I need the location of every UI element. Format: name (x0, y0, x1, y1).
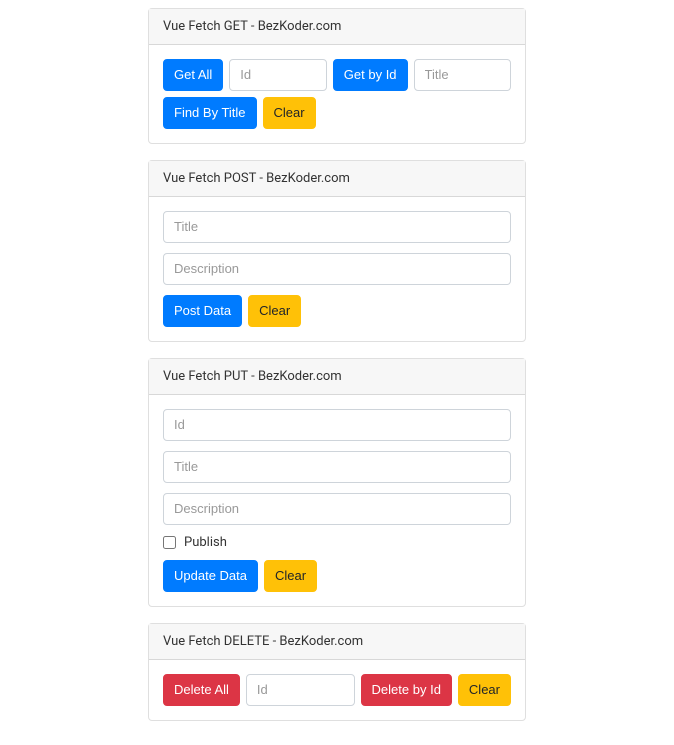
publish-label: Publish (184, 535, 227, 550)
put-id-input[interactable] (163, 409, 511, 441)
delete-id-input[interactable] (246, 674, 355, 706)
post-clear-button[interactable]: Clear (248, 295, 301, 327)
get-title-input[interactable] (414, 59, 511, 91)
delete-all-button[interactable]: Delete All (163, 674, 240, 706)
put-description-input[interactable] (163, 493, 511, 525)
find-by-title-button[interactable]: Find By Title (163, 97, 257, 129)
publish-checkbox[interactable] (163, 536, 176, 549)
get-by-id-button[interactable]: Get by Id (333, 59, 408, 91)
update-data-button[interactable]: Update Data (163, 560, 258, 592)
delete-card-header: Vue Fetch DELETE - BezKoder.com (149, 624, 525, 660)
put-clear-button[interactable]: Clear (264, 560, 317, 592)
put-card-header: Vue Fetch PUT - BezKoder.com (149, 359, 525, 395)
post-card: Vue Fetch POST - BezKoder.com Post Data … (148, 160, 526, 342)
get-all-button[interactable]: Get All (163, 59, 223, 91)
delete-card: Vue Fetch DELETE - BezKoder.com Delete A… (148, 623, 526, 721)
put-card-body: Publish Update Data Clear (149, 395, 525, 606)
get-card-body: Get All Get by Id Find By Title Clear (149, 45, 525, 143)
get-card: Vue Fetch GET - BezKoder.com Get All Get… (148, 8, 526, 144)
get-clear-button[interactable]: Clear (263, 97, 316, 129)
get-id-input[interactable] (229, 59, 326, 91)
post-title-input[interactable] (163, 211, 511, 243)
post-data-button[interactable]: Post Data (163, 295, 242, 327)
put-title-input[interactable] (163, 451, 511, 483)
delete-by-id-button[interactable]: Delete by Id (361, 674, 452, 706)
publish-checkbox-row[interactable]: Publish (163, 535, 511, 550)
put-card: Vue Fetch PUT - BezKoder.com Publish Upd… (148, 358, 526, 607)
post-description-input[interactable] (163, 253, 511, 285)
post-card-header: Vue Fetch POST - BezKoder.com (149, 161, 525, 197)
delete-clear-button[interactable]: Clear (458, 674, 511, 706)
get-card-header: Vue Fetch GET - BezKoder.com (149, 9, 525, 45)
delete-card-body: Delete All Delete by Id Clear (149, 660, 525, 720)
post-card-body: Post Data Clear (149, 197, 525, 341)
